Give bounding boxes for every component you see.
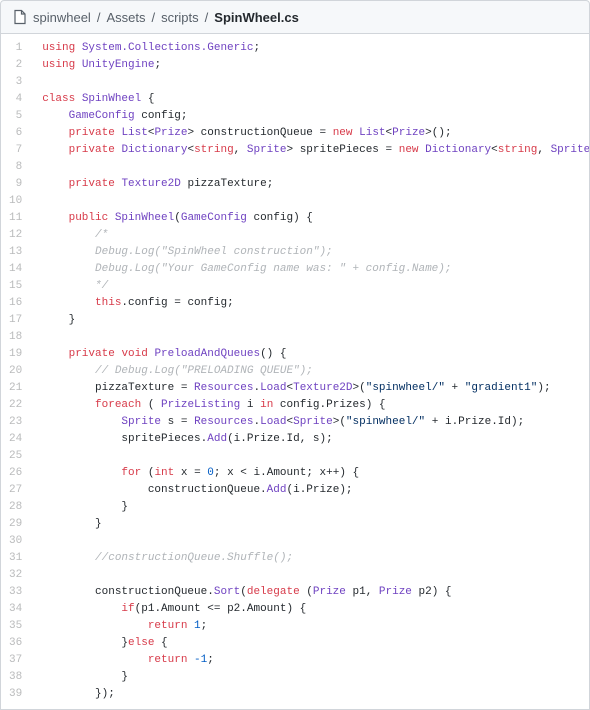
code-line: }); <box>34 686 589 703</box>
line-number: 24 <box>5 431 26 448</box>
code-line: } <box>34 516 589 533</box>
breadcrumb-seg-0[interactable]: spinwheel <box>33 10 91 25</box>
line-number: 3 <box>5 74 26 91</box>
line-number: 37 <box>5 652 26 669</box>
code-line <box>34 74 589 91</box>
line-number: 2 <box>5 57 26 74</box>
line-number: 9 <box>5 176 26 193</box>
line-number: 16 <box>5 295 26 312</box>
code-line: class SpinWheel { <box>34 91 589 108</box>
line-number: 12 <box>5 227 26 244</box>
code-content[interactable]: using System.Collections.Generic;using U… <box>34 34 589 709</box>
code-line: private void PreloadAndQueues() { <box>34 346 589 363</box>
code-line: private List<Prize> constructionQueue = … <box>34 125 589 142</box>
code-line: for (int x = 0; x < i.Amount; x++) { <box>34 465 589 482</box>
breadcrumb-seg-3: SpinWheel.cs <box>214 10 299 25</box>
line-number: 34 <box>5 601 26 618</box>
line-number: 33 <box>5 584 26 601</box>
line-number: 14 <box>5 261 26 278</box>
code-line: return -1; <box>34 652 589 669</box>
code-line: }else { <box>34 635 589 652</box>
code-line: /* <box>34 227 589 244</box>
code-line: foreach ( PrizeListing i in config.Prize… <box>34 397 589 414</box>
breadcrumb: spinwheel / Assets / scripts / SpinWheel… <box>0 0 590 34</box>
code-line: return 1; <box>34 618 589 635</box>
code-viewer: 1234567891011121314151617181920212223242… <box>0 34 590 710</box>
breadcrumb-sep: / <box>205 10 209 25</box>
line-number: 17 <box>5 312 26 329</box>
breadcrumb-seg-1[interactable]: Assets <box>106 10 145 25</box>
code-line: this.config = config; <box>34 295 589 312</box>
line-number: 31 <box>5 550 26 567</box>
code-line: Debug.Log("Your GameConfig name was: " +… <box>34 261 589 278</box>
breadcrumb-sep: / <box>151 10 155 25</box>
code-line: if(p1.Amount <= p2.Amount) { <box>34 601 589 618</box>
code-line <box>34 448 589 465</box>
line-number: 27 <box>5 482 26 499</box>
line-number: 5 <box>5 108 26 125</box>
line-number: 10 <box>5 193 26 210</box>
line-number: 30 <box>5 533 26 550</box>
line-number: 8 <box>5 159 26 176</box>
line-number: 29 <box>5 516 26 533</box>
code-line: pizzaTexture = Resources.Load<Texture2D>… <box>34 380 589 397</box>
code-line: using UnityEngine; <box>34 57 589 74</box>
code-line: // Debug.Log("PRELOADING QUEUE"); <box>34 363 589 380</box>
line-number: 4 <box>5 91 26 108</box>
line-number: 22 <box>5 397 26 414</box>
line-number: 11 <box>5 210 26 227</box>
line-number: 28 <box>5 499 26 516</box>
code-line <box>34 159 589 176</box>
code-line <box>34 329 589 346</box>
code-line: Debug.Log("SpinWheel construction"); <box>34 244 589 261</box>
line-number: 19 <box>5 346 26 363</box>
code-line: //constructionQueue.Shuffle(); <box>34 550 589 567</box>
line-number: 20 <box>5 363 26 380</box>
code-line: constructionQueue.Add(i.Prize); <box>34 482 589 499</box>
code-line: } <box>34 312 589 329</box>
line-number: 15 <box>5 278 26 295</box>
line-number: 39 <box>5 686 26 703</box>
code-line: private Dictionary<string, Sprite> sprit… <box>34 142 589 159</box>
line-number: 6 <box>5 125 26 142</box>
line-number: 18 <box>5 329 26 346</box>
line-number-gutter: 1234567891011121314151617181920212223242… <box>1 34 34 709</box>
code-line <box>34 567 589 584</box>
breadcrumb-sep: / <box>97 10 101 25</box>
code-line: GameConfig config; <box>34 108 589 125</box>
code-line: } <box>34 669 589 686</box>
line-number: 13 <box>5 244 26 261</box>
code-line: spritePieces.Add(i.Prize.Id, s); <box>34 431 589 448</box>
code-line: Sprite s = Resources.Load<Sprite>("spinw… <box>34 414 589 431</box>
line-number: 36 <box>5 635 26 652</box>
code-line: */ <box>34 278 589 295</box>
line-number: 38 <box>5 669 26 686</box>
line-number: 1 <box>5 40 26 57</box>
code-line: private Texture2D pizzaTexture; <box>34 176 589 193</box>
line-number: 7 <box>5 142 26 159</box>
line-number: 25 <box>5 448 26 465</box>
code-line: public SpinWheel(GameConfig config) { <box>34 210 589 227</box>
line-number: 21 <box>5 380 26 397</box>
code-line: constructionQueue.Sort(delegate (Prize p… <box>34 584 589 601</box>
line-number: 26 <box>5 465 26 482</box>
breadcrumb-seg-2[interactable]: scripts <box>161 10 199 25</box>
line-number: 32 <box>5 567 26 584</box>
code-line <box>34 193 589 210</box>
line-number: 23 <box>5 414 26 431</box>
line-number: 35 <box>5 618 26 635</box>
code-line <box>34 533 589 550</box>
code-line: } <box>34 499 589 516</box>
code-line: using System.Collections.Generic; <box>34 40 589 57</box>
file-icon <box>13 9 27 25</box>
